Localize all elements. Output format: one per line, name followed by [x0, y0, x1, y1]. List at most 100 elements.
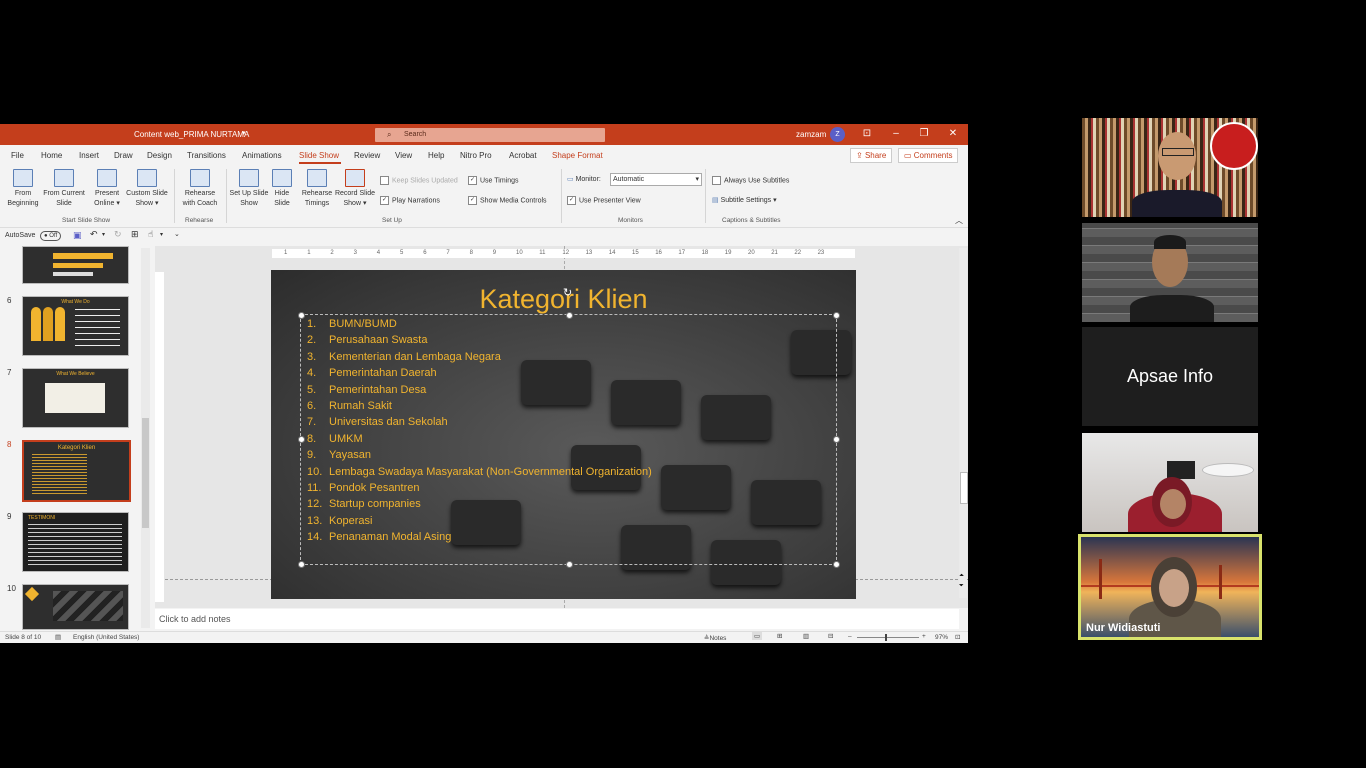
- language-label[interactable]: English (United States): [73, 634, 139, 641]
- tab-draw[interactable]: Draw: [114, 151, 133, 160]
- save-icon[interactable]: ▣: [73, 230, 82, 241]
- tab-review[interactable]: Review: [354, 151, 380, 160]
- resize-handle[interactable]: [833, 561, 840, 568]
- previous-slide-icon[interactable]: ⏶: [959, 573, 964, 580]
- resize-handle[interactable]: [298, 561, 305, 568]
- avatar[interactable]: Z: [830, 127, 845, 142]
- comments-label: Comments: [913, 151, 953, 160]
- autosave-toggle[interactable]: ● Off: [40, 231, 62, 241]
- slide-thumbnail[interactable]: What We Believe: [22, 368, 129, 428]
- slide-thumbnail[interactable]: [22, 584, 129, 630]
- text-box-selection[interactable]: [300, 314, 837, 565]
- scroll-thumb[interactable]: [960, 472, 968, 504]
- custom-show-button[interactable]: Custom Slide Show ▾: [124, 169, 170, 209]
- close-button[interactable]: ✕: [945, 128, 961, 139]
- tab-design[interactable]: Design: [147, 151, 172, 160]
- user-name[interactable]: zamzam: [796, 130, 826, 139]
- slide-scrollbar[interactable]: ⏶ ⏷: [959, 248, 968, 598]
- spellcheck-icon[interactable]: ▤: [55, 633, 61, 641]
- chevron-down-icon[interactable]: ▾: [160, 231, 163, 238]
- slide-thumbnail[interactable]: What We Do: [22, 296, 129, 356]
- zoom-level[interactable]: 97%: [935, 634, 948, 641]
- monitor-icon: ▭: [567, 176, 576, 183]
- setup-show-button[interactable]: Set Up Slide Show: [229, 169, 269, 209]
- tab-file[interactable]: File: [11, 151, 24, 160]
- chevron-down-icon[interactable]: ▾: [102, 231, 105, 238]
- presenter-view-checkbox[interactable]: ✓ Use Presenter View: [567, 196, 641, 205]
- keep-updated-checkbox[interactable]: Keep Slides Updated: [380, 176, 458, 185]
- vertical-ruler[interactable]: [155, 272, 164, 602]
- chevron-down-icon[interactable]: ▾: [242, 129, 246, 137]
- present-online-button[interactable]: Present Online ▾: [90, 169, 124, 209]
- tab-home[interactable]: Home: [41, 151, 62, 160]
- record-show-button[interactable]: Record Slide Show ▾: [334, 169, 376, 209]
- hide-slide-button[interactable]: Hide Slide: [270, 169, 294, 209]
- always-subtitles-checkbox[interactable]: Always Use Subtitles: [712, 176, 789, 185]
- fit-to-window-icon[interactable]: ⊡: [955, 633, 960, 641]
- tab-acrobat[interactable]: Acrobat: [509, 151, 537, 160]
- tab-animations[interactable]: Animations: [242, 151, 282, 160]
- restore-button[interactable]: ❐: [916, 128, 932, 139]
- slide-canvas[interactable]: Kategori Klien 1. BUMN/BUMD 2. Perusahaan S…: [271, 270, 856, 599]
- from-current-button[interactable]: From Current Slide: [42, 169, 86, 209]
- resize-handle[interactable]: [833, 312, 840, 319]
- resize-handle[interactable]: [566, 561, 573, 568]
- undo-icon[interactable]: ↶: [90, 229, 98, 240]
- touch-mode-icon[interactable]: ☝: [148, 229, 153, 240]
- tab-shape-format[interactable]: Shape Format: [552, 151, 603, 160]
- video-tile[interactable]: [1082, 223, 1258, 322]
- video-tile-active-speaker[interactable]: Nur Widiastuti: [1078, 534, 1262, 640]
- resize-handle[interactable]: [298, 436, 305, 443]
- tab-insert[interactable]: Insert: [79, 151, 99, 160]
- search-input[interactable]: ⌕ Search: [375, 128, 605, 142]
- zoom-in-icon[interactable]: +: [922, 633, 926, 640]
- zoom-slider[interactable]: [857, 637, 919, 638]
- share-button[interactable]: ⇪ Share: [850, 148, 893, 163]
- show-media-checkbox[interactable]: ✓ Show Media Controls: [468, 196, 547, 205]
- slideshow-view-icon[interactable]: ⊟: [828, 632, 833, 640]
- comments-button[interactable]: ▭ Comments: [898, 148, 959, 163]
- horizontal-ruler[interactable]: 1 1 2 3 4 5 6 7 8 9 10 11 12 13 14 15 16 17 18 19 20 21 22 23: [272, 249, 855, 258]
- resize-handle[interactable]: [566, 312, 573, 319]
- zoom-out-icon[interactable]: –: [848, 633, 852, 640]
- video-tile[interactable]: [1082, 433, 1258, 532]
- play-narrations-checkbox[interactable]: ✓ Play Narrations: [380, 196, 440, 205]
- video-tile[interactable]: [1082, 118, 1258, 217]
- normal-view-icon[interactable]: ▭: [752, 632, 763, 640]
- ruler-tick-label: 20: [748, 250, 755, 256]
- next-slide-icon[interactable]: ⏷: [959, 583, 964, 590]
- from-beginning-button[interactable]: From Beginning: [4, 169, 42, 209]
- collapse-ribbon-icon[interactable]: ︿: [955, 215, 963, 226]
- present-icon[interactable]: ⊞: [131, 229, 139, 240]
- subtitle-settings-button[interactable]: ▤ Subtitle Settings ▾: [712, 196, 777, 204]
- customize-toolbar-icon[interactable]: ⌄: [174, 230, 180, 238]
- rotate-handle-icon[interactable]: ↻: [563, 286, 572, 299]
- document-title[interactable]: Content web_PRIMA NURTAMA: [134, 130, 249, 139]
- tab-help[interactable]: Help: [428, 151, 444, 160]
- rehearse-coach-button[interactable]: Rehearse with Coach: [178, 169, 222, 209]
- notes-pane[interactable]: Click to add notes: [155, 609, 959, 629]
- use-timings-checkbox[interactable]: ✓ Use Timings: [468, 176, 519, 185]
- scroll-thumb[interactable]: [142, 418, 149, 528]
- notes-button[interactable]: ≜Notes: [704, 634, 726, 642]
- slide-sorter-icon[interactable]: ⊞: [777, 632, 782, 640]
- tab-nitro-pro[interactable]: Nitro Pro: [460, 151, 492, 160]
- thumbnail-scrollbar[interactable]: [141, 248, 150, 628]
- zoom-slider-thumb[interactable]: [885, 634, 887, 641]
- slide-thumbnail[interactable]: TESTIMONI: [22, 512, 129, 572]
- slide-thumbnail[interactable]: [22, 246, 129, 284]
- rehearse-timings-button[interactable]: Rehearse Timings: [299, 169, 335, 209]
- tab-view[interactable]: View: [395, 151, 412, 160]
- video-tile-camera-off[interactable]: Apsae Info: [1082, 327, 1258, 426]
- ruler-tick-label: 5: [400, 250, 404, 256]
- slide-thumbnail-selected[interactable]: Kategori Klien: [22, 440, 131, 502]
- ribbon-display-icon[interactable]: ⊡: [859, 128, 875, 139]
- resize-handle[interactable]: [298, 312, 305, 319]
- resize-handle[interactable]: [833, 436, 840, 443]
- tab-transitions[interactable]: Transitions: [187, 151, 226, 160]
- reading-view-icon[interactable]: ▥: [803, 632, 809, 640]
- tab-slide-show[interactable]: Slide Show: [299, 151, 339, 160]
- monitor-select[interactable]: Automatic ▾: [610, 173, 702, 186]
- minimize-button[interactable]: –: [888, 128, 904, 139]
- redo-icon[interactable]: ↻: [114, 229, 122, 240]
